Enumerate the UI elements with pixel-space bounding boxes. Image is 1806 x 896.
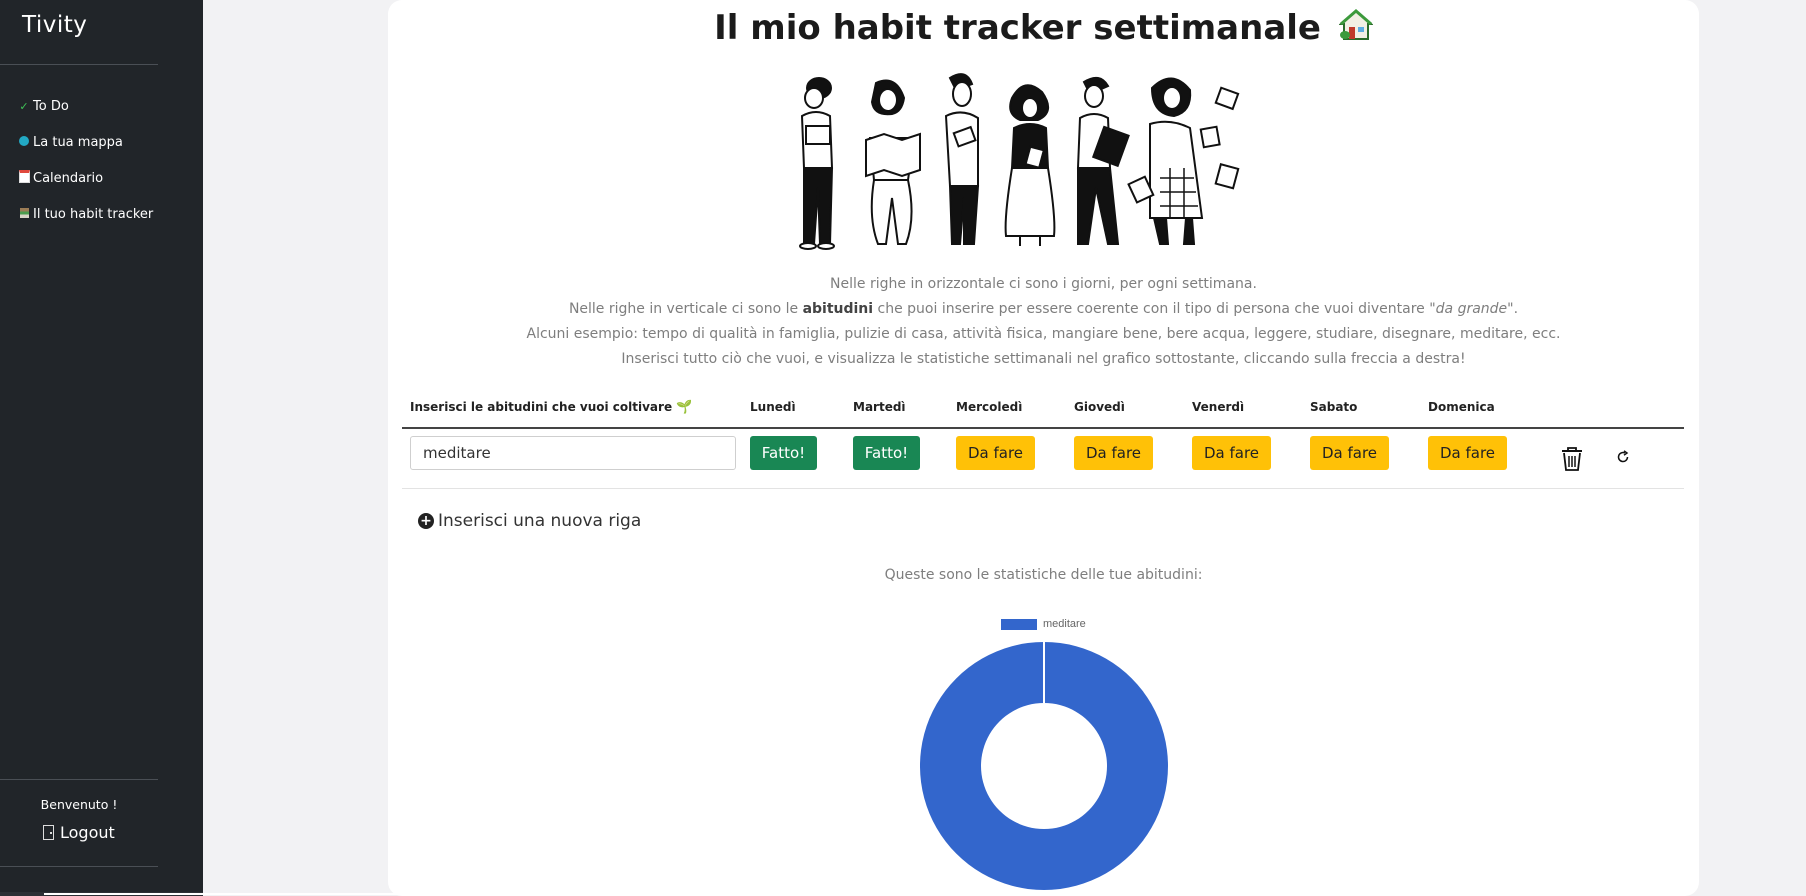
divider [0, 779, 158, 780]
person-figure [865, 79, 921, 245]
doughnut-chart [920, 642, 1168, 890]
main-card: Il mio habit tracker settimanale Nelle r… [388, 0, 1699, 896]
person-figure [1004, 84, 1056, 246]
status-button-tuesday[interactable]: Fatto! [853, 436, 920, 470]
people-illustration [799, 73, 1240, 250]
chart-legend: meditare [1001, 618, 1086, 630]
intro-text-part: che puoi inserire per essere coerente co… [873, 301, 1436, 317]
trash-icon[interactable] [1561, 447, 1583, 471]
intro-line: Nelle righe in verticale ci sono le abit… [388, 297, 1699, 322]
intro-text-part: ". [1507, 301, 1519, 317]
table-row-divider [402, 488, 1684, 489]
globe-icon [18, 135, 30, 149]
day-header: Domenica [1428, 400, 1495, 414]
intro-text-part: Nelle righe in verticale ci sono le [568, 301, 803, 317]
habit-column-header: Inserisci le abitudini che vuoi coltivar… [410, 400, 692, 415]
sidebar-item-habit-tracker[interactable]: Il tuo habit tracker [18, 196, 153, 232]
calendar-icon [18, 170, 30, 186]
legend-swatch [1001, 618, 1037, 630]
intro-line: Alcuni esempio: tempo di qualità in fami… [526, 326, 1561, 342]
sidebar-item-label: La tua mappa [33, 134, 123, 150]
divider [0, 64, 158, 65]
day-header: Lunedì [750, 400, 796, 414]
habit-column-label: Inserisci le abitudini che vuoi coltivar… [410, 400, 673, 414]
legend-label[interactable]: meditare [1043, 618, 1086, 630]
intro-line: Inserisci tutto ciò che vuoi, e visualiz… [621, 351, 1466, 367]
intro-bold: abitudini [802, 301, 874, 317]
status-button-monday[interactable]: Fatto! [750, 436, 817, 470]
add-row-label: Inserisci una nuova riga [438, 511, 642, 531]
person-figure [944, 73, 980, 245]
plus-circle-icon: + [418, 513, 434, 529]
seedling-icon: 🌱 [676, 400, 693, 415]
check-icon: ✓ [19, 99, 29, 113]
status-button-wednesday[interactable]: Da fare [956, 436, 1035, 470]
status-button-saturday[interactable]: Da fare [1310, 436, 1389, 470]
brand-logo[interactable]: Tivity [22, 12, 87, 38]
table-header-divider [402, 427, 1684, 429]
intro-italic: da grande [1435, 301, 1508, 317]
day-header: Giovedì [1074, 400, 1125, 414]
page-title-text: Il mio habit tracker settimanale [714, 8, 1321, 48]
day-header: Sabato [1310, 400, 1358, 414]
sidebar-item-label: Il tuo habit tracker [33, 206, 154, 222]
day-header: Martedì [853, 400, 906, 414]
day-header: Mercoledì [956, 400, 1023, 414]
bottom-scroll-indicator [44, 893, 474, 895]
status-button-sunday[interactable]: Da fare [1428, 436, 1507, 470]
intro-line: Nelle righe in orizzontale ci sono i gio… [830, 276, 1257, 292]
logout-label: Logout [60, 823, 115, 842]
add-row-button[interactable]: + Inserisci una nuova riga [418, 511, 641, 531]
sidebar-item-map[interactable]: La tua mappa [18, 124, 153, 160]
sidebar-item-calendar[interactable]: Calendario [18, 160, 153, 196]
day-header: Venerdì [1192, 400, 1245, 414]
person-figure [799, 77, 835, 250]
sidebar-item-label: Calendario [33, 170, 104, 186]
house-icon [1338, 9, 1374, 50]
intro-text: Nelle righe in orizzontale ci sono i gio… [388, 272, 1699, 372]
logout-button[interactable]: Logout [43, 823, 115, 842]
page-title: Il mio habit tracker settimanale [388, 8, 1699, 50]
sidebar-nav: ✓ To Do La tua mappa Calendario Il tuo h… [18, 88, 153, 232]
divider [0, 866, 158, 867]
refresh-icon[interactable] [1616, 450, 1630, 464]
sidebar: Tivity ✓ To Do La tua mappa Calendario I… [0, 0, 203, 896]
status-button-friday[interactable]: Da fare [1192, 436, 1271, 470]
sidebar-item-todo[interactable]: ✓ To Do [18, 88, 153, 124]
books-icon [18, 207, 30, 221]
person-figure [1076, 76, 1130, 245]
person-figure [1127, 77, 1240, 245]
door-icon [43, 825, 54, 840]
welcome-text: Benvenuto ! [40, 797, 118, 812]
sidebar-item-label: To Do [33, 98, 69, 114]
habit-input[interactable] [410, 436, 736, 470]
status-button-thursday[interactable]: Da fare [1074, 436, 1153, 470]
stats-label: Queste sono le statistiche delle tue abi… [884, 567, 1203, 583]
